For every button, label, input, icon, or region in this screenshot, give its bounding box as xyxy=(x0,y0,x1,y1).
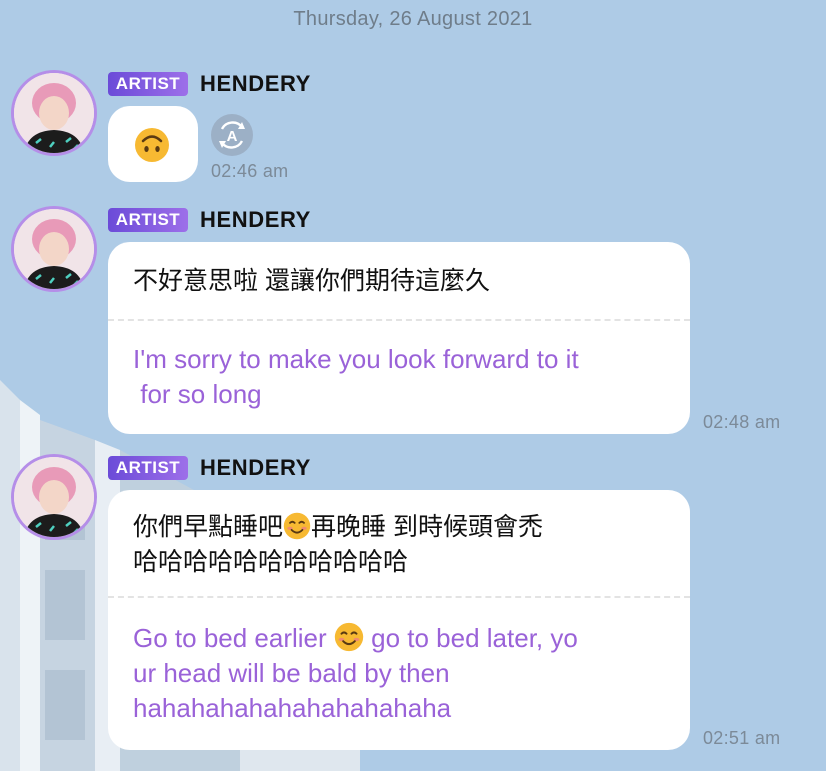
smiling-face-icon xyxy=(283,512,311,540)
translation-text-line: ur head will be bald by then xyxy=(133,658,450,688)
upside-down-face-icon xyxy=(135,128,169,162)
original-text: 不好意思啦 還讓你們期待這麼久 xyxy=(133,267,490,295)
smiling-face-icon xyxy=(334,622,364,652)
translation-text-line: Go to bed earlier go to bed later, yo xyxy=(133,621,670,656)
translation-text: for so long xyxy=(133,379,262,409)
avatar-image xyxy=(14,457,94,537)
avatar[interactable] xyxy=(11,454,97,540)
artist-badge: ARTIST xyxy=(108,208,188,232)
message-time: 02:51 am xyxy=(703,728,781,748)
avatar[interactable] xyxy=(11,70,97,156)
sender-name: HENDERY xyxy=(200,71,311,96)
translation-text-part: Go to bed earlier xyxy=(133,623,334,653)
original-text-part: 你們早點睡吧 xyxy=(133,513,284,541)
message-bubble[interactable]: 不好意思啦 還讓你們期待這麼久 I'm sorry to make you lo… xyxy=(108,242,690,434)
message-time: 02:46 am xyxy=(211,161,289,181)
avatar[interactable] xyxy=(11,206,97,292)
translation-text-part: go to bed later, yo xyxy=(363,623,578,653)
sender-name: HENDERY xyxy=(200,207,311,232)
message-bubble[interactable] xyxy=(108,106,198,182)
original-text-part: 再晚睡 到時候頭會禿 xyxy=(311,513,543,541)
date-header: Thursday, 26 August 2021 xyxy=(293,8,533,30)
artist-badge: ARTIST xyxy=(108,456,188,480)
divider xyxy=(108,319,690,321)
sender-name: HENDERY xyxy=(200,455,311,480)
divider xyxy=(108,596,690,598)
avatar-image xyxy=(14,209,94,289)
translation-text: I'm sorry to make you look forward to it xyxy=(133,344,579,374)
original-text-line: 哈哈哈哈哈哈哈哈哈哈哈 xyxy=(133,548,409,576)
svg-text:A: A xyxy=(227,128,238,145)
message-time: 02:48 am xyxy=(703,412,781,432)
avatar-image xyxy=(14,73,94,153)
translation-text-line: hahahahahahahahahahaha xyxy=(133,693,452,723)
translate-button[interactable]: A xyxy=(211,114,253,156)
message-bubble[interactable]: 你們早點睡吧 再晚睡 到時候頭會禿 哈哈哈哈哈哈哈哈哈哈哈 Go to bed … xyxy=(108,490,690,750)
translate-icon: A xyxy=(219,121,245,149)
original-text-line: 你們早點睡吧 再晚睡 到時候頭會禿 xyxy=(133,510,670,544)
artist-badge: ARTIST xyxy=(108,72,188,96)
